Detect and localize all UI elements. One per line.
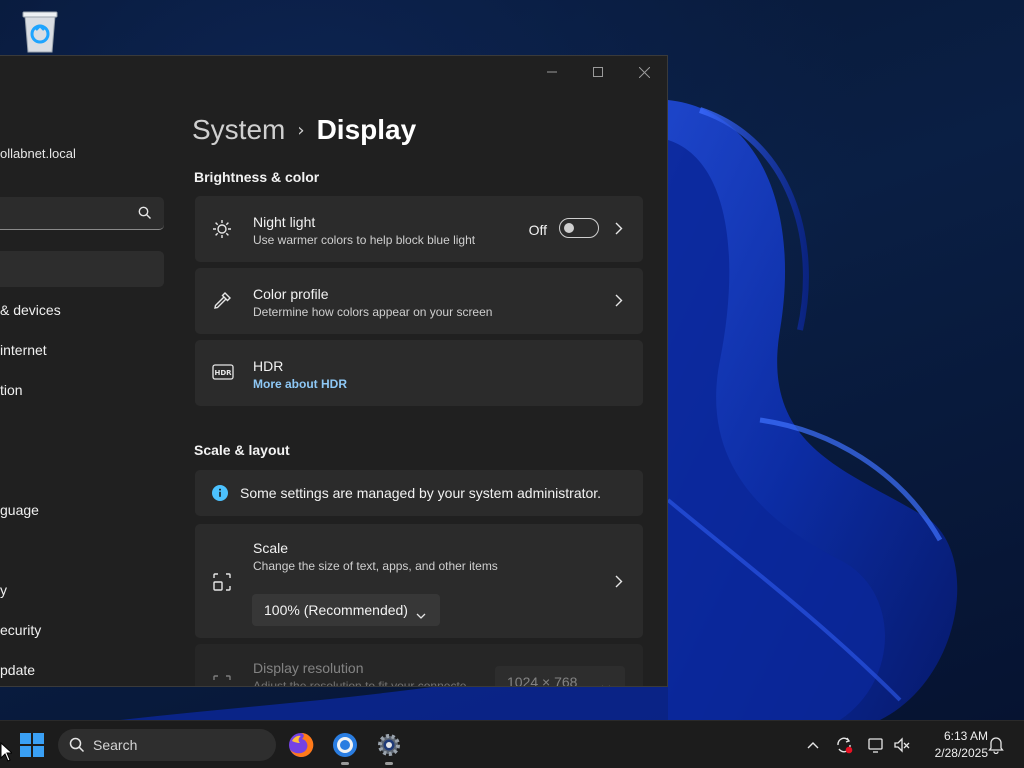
sidebar-nav: ollabnet.local & devices internet tion g… bbox=[0, 56, 170, 686]
display-resolution-title: Display resolution bbox=[253, 660, 364, 676]
page-title: Display bbox=[316, 114, 417, 145]
breadcrumb: System › Display bbox=[192, 114, 416, 146]
brightness-icon bbox=[212, 219, 232, 244]
sidebar-item-system[interactable] bbox=[0, 251, 164, 287]
scale-icon bbox=[212, 572, 232, 597]
notification-bell-icon[interactable] bbox=[986, 735, 1006, 755]
firefox-icon[interactable] bbox=[285, 729, 317, 761]
night-light-state: Off bbox=[528, 222, 547, 238]
main-content: System › Display Brightness & color Nigh… bbox=[192, 56, 652, 687]
resolution-dropdown-value: 1024 × 768 bbox=[507, 674, 578, 687]
running-indicator bbox=[385, 762, 393, 765]
search-icon bbox=[138, 206, 152, 225]
admin-info-bar: Some settings are managed by your system… bbox=[195, 470, 643, 516]
svg-text:HDR: HDR bbox=[214, 369, 232, 377]
scale-title: Scale bbox=[253, 540, 289, 556]
chevron-right-icon bbox=[615, 222, 623, 240]
sync-icon[interactable] bbox=[834, 735, 854, 755]
sidebar-item-personalization[interactable]: tion bbox=[0, 382, 23, 398]
scale-card[interactable]: Scale Change the size of text, apps, and… bbox=[195, 524, 643, 638]
night-light-title: Night light bbox=[253, 214, 316, 230]
resolution-dropdown: 1024 × 768 bbox=[495, 666, 625, 687]
hdr-card: HDR HDR More about HDR bbox=[195, 340, 643, 406]
section-title-brightness: Brightness & color bbox=[194, 169, 320, 185]
taskbar-search-label: Search bbox=[93, 737, 138, 753]
scale-desc: Change the size of text, apps, and other… bbox=[253, 559, 498, 573]
chevron-down-icon bbox=[601, 678, 611, 686]
color-profile-title: Color profile bbox=[253, 286, 329, 302]
night-light-card[interactable]: Night light Use warmer colors to help bl… bbox=[195, 196, 643, 262]
chevron-up-icon[interactable] bbox=[803, 735, 823, 755]
color-profile-desc: Determine how colors appear on your scre… bbox=[253, 305, 493, 319]
breadcrumb-parent[interactable]: System bbox=[192, 114, 285, 146]
sidebar-item-time-language[interactable]: guage bbox=[0, 502, 39, 518]
display-resolution-desc: Adjust the resolution to fit your connec… bbox=[253, 679, 467, 687]
clock-date: 2/28/2025 bbox=[934, 746, 988, 760]
clock-time: 6:13 AM bbox=[943, 729, 988, 743]
chevron-down-icon bbox=[416, 606, 426, 624]
night-light-desc: Use warmer colors to help block blue lig… bbox=[253, 233, 476, 247]
sidebar-item-windows-update[interactable]: pdate bbox=[0, 662, 35, 678]
more-about-hdr-link[interactable]: More about HDR bbox=[253, 377, 347, 391]
settings-window: ollabnet.local & devices internet tion g… bbox=[0, 55, 668, 687]
resolution-icon bbox=[212, 674, 232, 686]
scale-dropdown[interactable]: 100% (Recommended) bbox=[252, 594, 440, 626]
settings-icon[interactable] bbox=[373, 729, 405, 765]
night-light-toggle[interactable] bbox=[559, 218, 599, 238]
search-icon bbox=[69, 737, 85, 758]
sidebar-item-bluetooth-devices[interactable]: & devices bbox=[0, 302, 61, 318]
taskbar-clock[interactable]: 6:13 AM 2/28/2025 bbox=[918, 728, 988, 762]
volume-muted-icon[interactable] bbox=[892, 735, 912, 755]
hdr-title: HDR bbox=[253, 358, 284, 374]
taskbar: Search 6:13 AM 2/28/2025 bbox=[0, 720, 1024, 768]
sidebar-item-accessibility[interactable]: y bbox=[0, 582, 7, 598]
settings-search-input[interactable] bbox=[0, 197, 164, 230]
chevron-right-icon bbox=[615, 575, 623, 593]
chevron-right-icon bbox=[615, 294, 623, 312]
sidebar-item-privacy-security[interactable]: ecurity bbox=[0, 622, 41, 638]
section-title-scale: Scale & layout bbox=[194, 442, 290, 458]
taskbar-search[interactable]: Search bbox=[58, 729, 276, 761]
admin-info-text: Some settings are managed by your system… bbox=[240, 485, 602, 501]
scale-dropdown-value: 100% (Recommended) bbox=[264, 602, 408, 618]
sidebar-item-network-internet[interactable]: internet bbox=[0, 342, 47, 358]
eyedropper-icon bbox=[212, 291, 232, 316]
start-button[interactable] bbox=[16, 729, 48, 761]
mouse-cursor-icon bbox=[0, 742, 12, 762]
chrome-icon[interactable] bbox=[329, 729, 361, 765]
display-resolution-card: Display resolution Adjust the resolution… bbox=[195, 644, 643, 687]
windows-logo-icon bbox=[20, 733, 44, 757]
user-email: ollabnet.local bbox=[0, 146, 76, 161]
recycle-bin-icon[interactable] bbox=[19, 8, 61, 54]
hdr-icon: HDR bbox=[212, 364, 234, 385]
toggle-knob bbox=[564, 223, 574, 233]
color-profile-card[interactable]: Color profile Determine how colors appea… bbox=[195, 268, 643, 334]
running-indicator bbox=[341, 762, 349, 765]
info-icon bbox=[212, 485, 228, 506]
breadcrumb-separator: › bbox=[297, 119, 305, 141]
network-icon[interactable] bbox=[866, 735, 886, 755]
